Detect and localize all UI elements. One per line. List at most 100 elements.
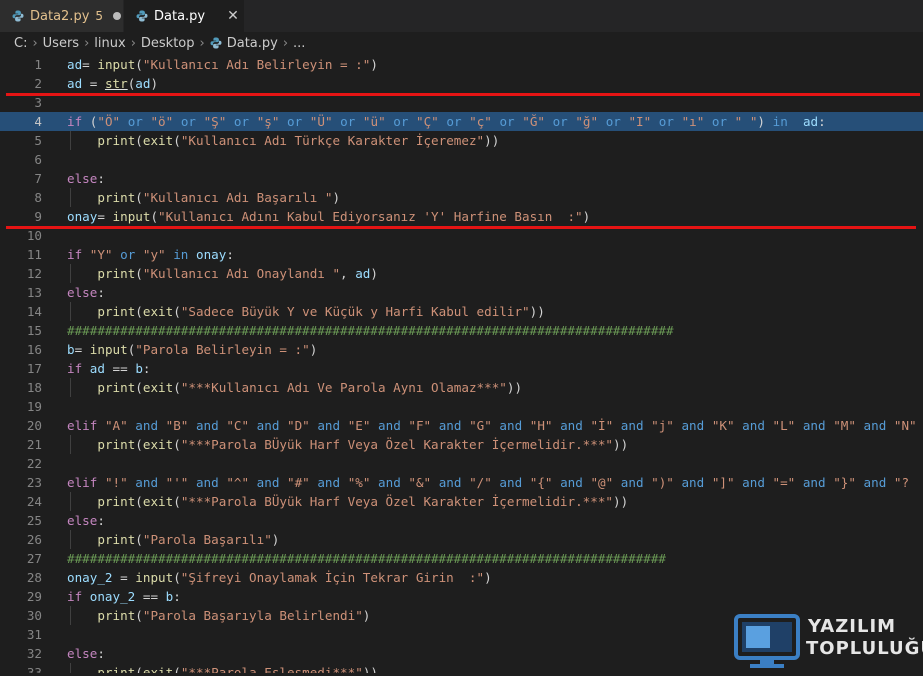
- code-line[interactable]: 19: [0, 397, 923, 416]
- line-number: 25: [26, 513, 42, 528]
- code-text: else:: [67, 171, 105, 186]
- close-tab-icon[interactable]: ✕: [227, 8, 239, 24]
- code-text: print(exit("Sadece Büyük Y ve Küçük y Ha…: [97, 304, 545, 319]
- breadcrumb: C: › Users › linux › Desktop › Data.py ›…: [0, 32, 923, 54]
- code-line[interactable]: 13 else:: [0, 283, 923, 302]
- code-line[interactable]: 5 print(exit("Kullanıcı Adı Türkçe Karak…: [0, 131, 923, 150]
- line-number: 9: [34, 209, 42, 224]
- code-text: b= input("Parola Belirleyin = :"): [67, 342, 318, 357]
- python-file-icon: [210, 37, 222, 49]
- code-line[interactable]: 22: [0, 454, 923, 473]
- python-file-icon: [136, 10, 148, 22]
- code-line[interactable]: 11 if "Y" or "y" in onay:: [0, 245, 923, 264]
- line-number: 19: [26, 399, 42, 414]
- code-line[interactable]: 8 print("Kullanıcı Adı Başarılı "): [0, 188, 923, 207]
- code-text: elif "!" and "'" and "^" and "#" and "%"…: [67, 475, 910, 490]
- line-number: 13: [26, 285, 42, 300]
- line-number: 14: [26, 304, 42, 319]
- line-number: 2: [34, 76, 42, 91]
- code-text: print("Kullanıcı Adı Başarılı "): [97, 190, 341, 205]
- line-number: 4: [34, 114, 42, 129]
- breadcrumb-item-drive[interactable]: C:: [14, 36, 27, 51]
- unsaved-dot-icon[interactable]: [113, 12, 122, 20]
- tab-label: Data2.py: [30, 8, 90, 24]
- breadcrumb-item-file[interactable]: Data.py: [227, 36, 278, 51]
- code-line[interactable]: 14 print(exit("Sadece Büyük Y ve Küçük y…: [0, 302, 923, 321]
- line-number: 15: [26, 323, 42, 338]
- watermark-logo: YAZILIM TOPLULUĞU: [730, 612, 923, 672]
- code-text: print(exit("***Parola BÜyük Harf Veya Öz…: [97, 494, 629, 509]
- code-text: if ("Ö" or "ö" or "Ş" or "ş" or "Ü" or "…: [67, 114, 826, 129]
- problem-count-badge: 5: [95, 9, 104, 23]
- breadcrumb-item-users[interactable]: Users: [43, 36, 79, 51]
- breadcrumb-item-desktop[interactable]: Desktop: [141, 36, 195, 51]
- line-number: 1: [34, 57, 42, 72]
- code-text: print("Parola Başarıyla Belirlendi"): [97, 608, 371, 623]
- line-number: 6: [34, 152, 42, 167]
- code-line[interactable]: 25 else:: [0, 511, 923, 530]
- code-text: else:: [67, 646, 105, 661]
- code-line[interactable]: 26 print("Parola Başarılı"): [0, 530, 923, 549]
- line-number: 23: [26, 475, 42, 490]
- breadcrumb-item-linux[interactable]: linux: [94, 36, 125, 51]
- line-number: 24: [26, 494, 42, 509]
- code-text: if ad == b:: [67, 361, 151, 376]
- line-number: 5: [34, 133, 42, 148]
- code-editor[interactable]: 1 ad= input("Kullanıcı Adı Belirleyin = :…: [0, 54, 923, 673]
- code-line[interactable]: 15 ######################################…: [0, 321, 923, 340]
- tab-data-py[interactable]: Data.py ✕: [124, 0, 244, 32]
- watermark-text-line2: TOPLULUĞU: [806, 638, 923, 659]
- code-text: else:: [67, 285, 105, 300]
- code-line[interactable]: 29 if onay_2 == b:: [0, 587, 923, 606]
- code-line[interactable]: 17 if ad == b:: [0, 359, 923, 378]
- line-number: 27: [26, 551, 42, 566]
- python-file-icon: [12, 10, 24, 22]
- breadcrumb-item-more[interactable]: ...: [293, 36, 305, 51]
- line-number: 30: [26, 608, 42, 623]
- code-text: print(exit("***Parola BÜyük Harf Veya Öz…: [97, 437, 629, 452]
- chevron-right-icon: ›: [84, 35, 90, 51]
- line-number: 17: [26, 361, 42, 376]
- chevron-right-icon: ›: [130, 35, 136, 51]
- code-line[interactable]: 21 print(exit("***Parola BÜyük Harf Veya…: [0, 435, 923, 454]
- line-number: 31: [26, 627, 42, 642]
- code-line[interactable]: 20 elif "A" and "B" and "C" and "D" and "…: [0, 416, 923, 435]
- code-text: ########################################…: [67, 323, 674, 338]
- code-line[interactable]: 27 ######################################…: [0, 549, 923, 568]
- code-text: print("Kullanıcı Adı Onaylandı ", ad): [97, 266, 378, 281]
- code-line[interactable]: 2 ad = str(ad): [0, 74, 923, 93]
- line-number: 26: [26, 532, 42, 547]
- code-line[interactable]: 7 else:: [0, 169, 923, 188]
- chevron-right-icon: ›: [199, 35, 205, 51]
- code-text: ad= input("Kullanıcı Adı Belirleyin = :"…: [67, 57, 378, 72]
- code-line[interactable]: 6: [0, 150, 923, 169]
- code-line[interactable]: 12 print("Kullanıcı Adı Onaylandı ", ad): [0, 264, 923, 283]
- red-annotation-line: [6, 226, 916, 229]
- code-text: if "Y" or "y" in onay:: [67, 247, 234, 262]
- code-text: onay= input("Kullanıcı Adını Kabul Ediyo…: [67, 209, 591, 224]
- line-number: 11: [26, 247, 42, 262]
- chevron-right-icon: ›: [282, 35, 289, 51]
- code-text: print(exit("***Kullanıcı Adı Ve Parola A…: [97, 380, 523, 395]
- code-line[interactable]: 18 print(exit("***Kullanıcı Adı Ve Parol…: [0, 378, 923, 397]
- code-line[interactable]: 16 b= input("Parola Belirleyin = :"): [0, 340, 923, 359]
- code-text: elif "A" and "B" and "C" and "D" and "E"…: [67, 418, 917, 433]
- line-number: 22: [26, 456, 42, 471]
- code-text: print(exit("Kullanıcı Adı Türkçe Karakte…: [97, 133, 500, 148]
- code-line[interactable]: 23 elif "!" and "'" and "^" and "#" and "…: [0, 473, 923, 492]
- code-line[interactable]: 4 if ("Ö" or "ö" or "Ş" or "ş" or "Ü" or …: [0, 112, 923, 131]
- code-line[interactable]: 9 onay= input("Kullanıcı Adını Kabul Ediy…: [0, 207, 923, 226]
- code-line[interactable]: 28 onay_2 = input("Şifreyi Onaylamak İçin…: [0, 568, 923, 587]
- tab-label: Data.py: [154, 8, 206, 24]
- code-text: else:: [67, 513, 105, 528]
- chevron-right-icon: ›: [32, 35, 38, 51]
- editor-tab-bar: Data2.py 5 Data.py ✕: [0, 0, 923, 33]
- monitor-logo-icon: [734, 614, 800, 668]
- tab-data2-py[interactable]: Data2.py 5: [0, 0, 123, 32]
- line-number: 7: [34, 171, 42, 186]
- line-number: 21: [26, 437, 42, 452]
- line-number: 33: [26, 665, 42, 673]
- line-number: 20: [26, 418, 42, 433]
- code-line[interactable]: 24 print(exit("***Parola BÜyük Harf Veya…: [0, 492, 923, 511]
- code-line[interactable]: 1 ad= input("Kullanıcı Adı Belirleyin = :…: [0, 55, 923, 74]
